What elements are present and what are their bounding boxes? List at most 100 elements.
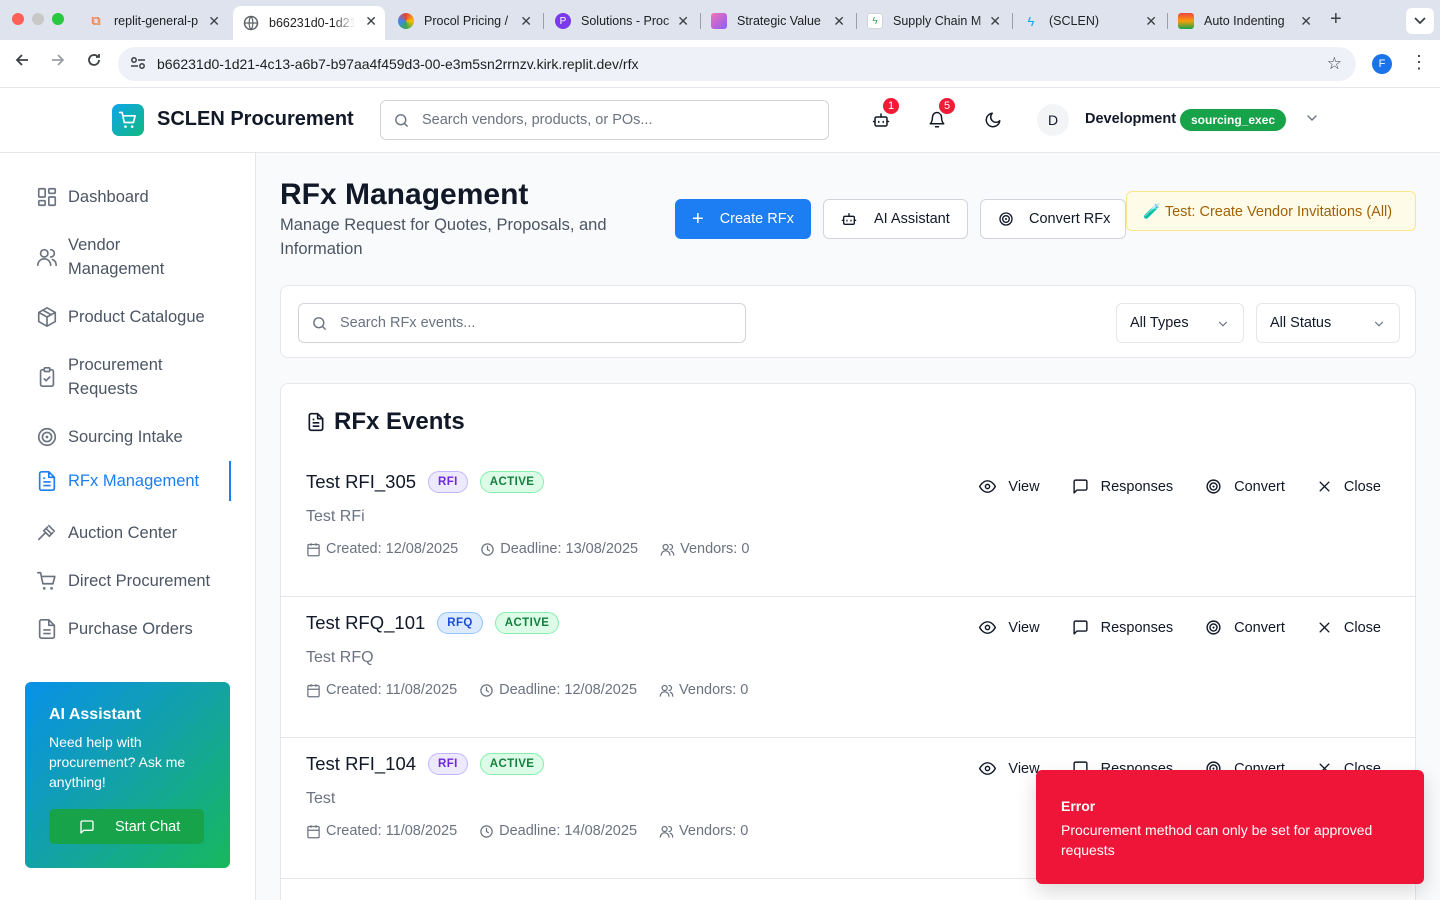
chevron-down-icon[interactable]: [1304, 110, 1320, 126]
sidebar-item-procurement-requests[interactable]: Procurement Requests: [24, 353, 231, 401]
ai-assistant-button[interactable]: AI Assistant: [823, 199, 968, 239]
close-tab-icon[interactable]: ✕: [1300, 13, 1312, 30]
close-tab-icon[interactable]: ✕: [208, 13, 220, 30]
status-badge: ACTIVE: [479, 753, 545, 775]
file-text-icon: [308, 412, 324, 432]
close-tab-icon[interactable]: ✕: [677, 13, 689, 30]
global-search[interactable]: [380, 100, 829, 140]
event-name[interactable]: Test RFI_104: [306, 753, 416, 775]
status-filter-select[interactable]: All Status: [1256, 303, 1400, 343]
rfx-event-row[interactable]: Test RFQ_101 RFQ ACTIVE Test RFQ Created…: [281, 597, 1415, 738]
avatar[interactable]: D: [1037, 104, 1069, 136]
view-button[interactable]: View: [979, 478, 1040, 495]
users-icon: [37, 248, 57, 267]
responses-button[interactable]: Responses: [1072, 619, 1173, 636]
app-name[interactable]: SCLEN Procurement: [157, 108, 354, 131]
bookmark-star-icon[interactable]: ☆: [1327, 54, 1342, 74]
eye-icon: [979, 762, 997, 775]
site-settings-icon[interactable]: [130, 56, 148, 73]
events-title: RFx Events: [306, 408, 465, 436]
responses-button[interactable]: Responses: [1072, 478, 1173, 495]
start-chat-button[interactable]: Start Chat: [49, 809, 204, 844]
global-search-input[interactable]: [422, 112, 822, 128]
toast-title: Error: [1061, 798, 1096, 814]
event-meta: Created: 12/08/2025 Deadline: 13/08/2025…: [306, 541, 771, 557]
browser-tab[interactable]: P Solutions - Proc ✕: [545, 6, 697, 36]
supply-chain-favicon-icon: ϟ: [867, 13, 883, 29]
browser-tab[interactable]: Procol Pricing / ✕: [388, 6, 540, 36]
bot-badge: 1: [881, 96, 901, 116]
convert-button[interactable]: Convert: [1205, 478, 1285, 495]
clock-icon: [481, 542, 494, 556]
role-badge: sourcing_exec: [1180, 109, 1287, 131]
user-name[interactable]: Development: [1085, 111, 1176, 127]
close-button[interactable]: Close: [1317, 620, 1381, 636]
new-tab-icon[interactable]: +: [1330, 8, 1342, 31]
close-tab-icon[interactable]: ✕: [989, 13, 1001, 30]
sidebar-item-auction-center[interactable]: Auction Center: [24, 521, 231, 545]
rfx-search[interactable]: [298, 303, 746, 343]
reload-icon[interactable]: [82, 52, 106, 73]
sidebar-item-product-catalogue[interactable]: Product Catalogue: [24, 305, 231, 329]
cart-logo-icon[interactable]: [112, 104, 144, 136]
bot-notifications-button[interactable]: 1: [869, 96, 901, 132]
close-window-button[interactable]: [12, 13, 24, 25]
close-button[interactable]: Close: [1317, 479, 1381, 495]
sidebar-item-sourcing-intake[interactable]: Sourcing Intake: [24, 425, 231, 449]
browser-menu-icon[interactable]: ⋮: [1410, 52, 1428, 73]
back-arrow-icon[interactable]: [10, 52, 34, 73]
page-title: RFx Management: [280, 178, 529, 211]
sclen-favicon-icon: ϟ: [1027, 13, 1035, 29]
close-tab-icon[interactable]: ✕: [1145, 13, 1157, 30]
clock-icon: [480, 824, 493, 838]
users-icon: [659, 825, 674, 838]
rfx-search-input[interactable]: [340, 315, 740, 331]
tab-search-chevron-icon[interactable]: [1406, 8, 1434, 34]
minimize-window-button[interactable]: [32, 13, 44, 25]
create-rfx-button[interactable]: + Create RFx: [675, 199, 811, 239]
bell-badge: 5: [937, 96, 957, 116]
browser-profile-avatar[interactable]: F: [1372, 54, 1392, 74]
convert-button[interactable]: Convert: [1205, 619, 1285, 636]
sidebar-item-direct-procurement[interactable]: Direct Procurement: [24, 569, 231, 593]
gavel-icon: [37, 524, 56, 541]
url-field[interactable]: b66231d0-1d21-4c13-a6b7-b97aa4f459d3-00-…: [118, 47, 1356, 81]
toast-message: Procurement method can only be set for a…: [1061, 822, 1373, 858]
view-button[interactable]: View: [979, 760, 1040, 777]
browser-address-bar: b66231d0-1d21-4c13-a6b7-b97aa4f459d3-00-…: [0, 40, 1440, 88]
maximize-window-button[interactable]: [52, 13, 64, 25]
forward-arrow-icon[interactable]: [46, 52, 70, 73]
event-name[interactable]: Test RFI_305: [306, 471, 416, 493]
test-vendor-invitations-button[interactable]: 🧪 Test: Create Vendor Invitations (All): [1126, 191, 1416, 231]
users-icon: [659, 684, 674, 697]
browser-tab[interactable]: ϟ (SCLEN) ✕: [1013, 6, 1165, 36]
sidebar-item-dashboard[interactable]: Dashboard: [24, 185, 231, 209]
bot-icon: [841, 213, 857, 225]
browser-tab[interactable]: ⧉ replit-general-p ✕: [78, 6, 228, 36]
error-toast[interactable]: Error Procurement method can only be set…: [1036, 770, 1424, 884]
close-tab-icon[interactable]: ✕: [520, 13, 532, 30]
close-tab-icon[interactable]: ✕: [365, 13, 377, 30]
browser-tab[interactable]: Strategic Value ✕: [701, 6, 853, 36]
close-tab-icon[interactable]: ✕: [833, 13, 845, 30]
event-actions: View Responses Convert Close: [947, 619, 1381, 636]
notifications-button[interactable]: 5: [925, 96, 957, 132]
browser-tab[interactable]: ϟ Supply Chain M ✕: [857, 6, 1009, 36]
plus-icon: +: [692, 208, 704, 230]
theme-toggle-button[interactable]: [981, 108, 1005, 132]
convert-rfx-button[interactable]: Convert RFx: [980, 199, 1126, 239]
browser-tab[interactable]: Auto Indenting ✕: [1168, 6, 1320, 36]
type-filter-select[interactable]: All Types: [1116, 303, 1244, 343]
event-description: Test RFQ: [306, 649, 374, 666]
status-badge: ACTIVE: [494, 612, 560, 634]
event-name[interactable]: Test RFQ_101: [306, 612, 425, 634]
rfx-event-row[interactable]: Test RFI_305 RFI ACTIVE Test RFi Created…: [281, 456, 1415, 597]
browser-tab-active[interactable]: b66231d0-1d21 ✕: [233, 6, 385, 40]
calendar-icon: [307, 683, 320, 697]
sidebar-item-purchase-orders[interactable]: Purchase Orders: [24, 617, 231, 641]
sidebar-item-vendor-management[interactable]: Vendor Management: [24, 233, 231, 281]
sidebar-item-rfx-management[interactable]: RFx Management: [24, 461, 231, 501]
url-text: b66231d0-1d21-4c13-a6b7-b97aa4f459d3-00-…: [157, 56, 639, 72]
view-button[interactable]: View: [979, 619, 1040, 636]
type-badge: RFI: [428, 753, 468, 775]
